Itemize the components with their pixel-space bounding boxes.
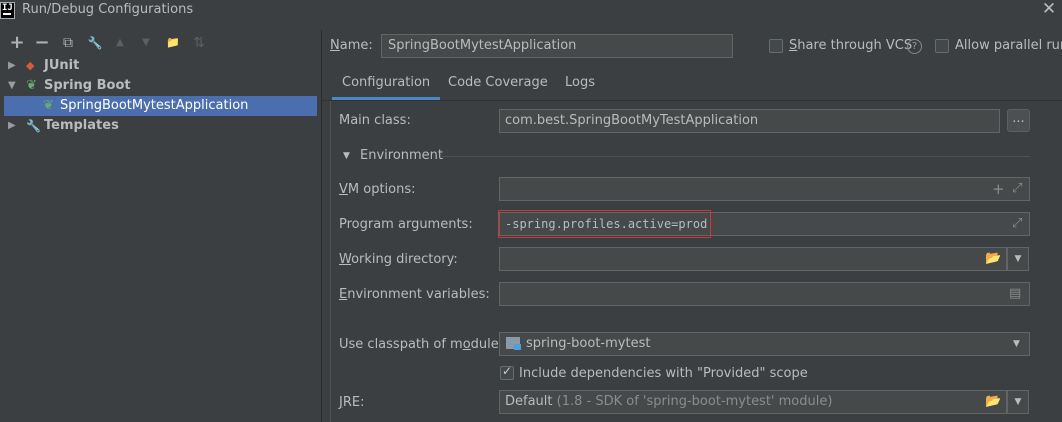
working-directory-label: Working directory:	[339, 252, 458, 267]
environment-variables-field[interactable]	[499, 282, 1030, 306]
wrench-icon[interactable]: 🔧	[84, 32, 106, 54]
share-vcs-checkbox[interactable]	[769, 39, 783, 53]
browse-main-class-button[interactable]: ...	[1007, 109, 1030, 132]
close-button[interactable]: ✕	[1038, 0, 1060, 20]
main-class-label: Main class:	[339, 113, 411, 128]
junit-icon: ◆	[26, 59, 35, 72]
expand-icon[interactable]: ⤢	[1012, 213, 1022, 235]
help-icon[interactable]: ?	[907, 39, 922, 54]
jre-label: JRE:	[339, 395, 365, 410]
jre-field[interactable]: Default (1.8 - SDK of 'spring-boot-mytes…	[499, 390, 1007, 414]
expand-icon[interactable]: ⤢	[1012, 178, 1022, 200]
move-down-icon[interactable]: ▼	[135, 32, 157, 54]
jre-detail: (1.8 - SDK of 'spring-boot-mytest' modul…	[556, 394, 833, 409]
allow-parallel-run-label: Allow parallel run	[955, 38, 1062, 53]
move-up-icon[interactable]: ▲	[109, 32, 131, 54]
copy-icon[interactable]: ⧉	[57, 32, 79, 54]
wrench-icon: 🔧	[26, 119, 41, 133]
tab-logs[interactable]: Logs	[555, 68, 605, 100]
scrollbar[interactable]	[1038, 101, 1062, 422]
allow-parallel-run-checkbox[interactable]	[935, 39, 949, 53]
tree-item-label: JUnit	[44, 58, 80, 73]
environment-label: Environment	[360, 148, 444, 163]
tree-item-label: Spring Boot	[44, 78, 131, 93]
new-folder-icon[interactable]: 📁	[162, 32, 184, 54]
add-icon[interactable]: +	[6, 32, 28, 54]
highlight-box	[498, 210, 711, 238]
classpath-module-label: Use classpath of module:	[339, 337, 504, 352]
vm-options-label: VM options:	[339, 182, 416, 197]
vm-options-field[interactable]	[499, 177, 1030, 201]
jre-value: Default	[505, 394, 553, 409]
tree-item-spring-boot[interactable]: ▼ ❦ Spring Boot	[0, 76, 322, 96]
configurations-panel: + − ⧉ 🔧 ▲ ▼ 📁 ⇅ ▶ ◆ JUnit ▼ ❦ Spring Boo…	[0, 30, 322, 422]
sort-icon[interactable]: ⇅	[188, 32, 210, 54]
folder-icon[interactable]: 📂	[985, 248, 1001, 270]
environment-divider	[440, 156, 1030, 157]
chevron-down-icon[interactable]: ▼	[1007, 247, 1029, 271]
tree-item-springbootmytestapplication[interactable]: ❦ SpringBootMytestApplication	[4, 96, 317, 116]
working-directory-field[interactable]	[499, 247, 1007, 271]
tree-item-templates[interactable]: ▶ 🔧 Templates	[0, 116, 322, 136]
name-field[interactable]: SpringBootMytestApplication	[381, 34, 733, 58]
tree-item-label: Templates	[44, 118, 119, 133]
tab-code-coverage[interactable]: Code Coverage	[438, 68, 558, 100]
folder-icon[interactable]: 📂	[985, 391, 1001, 413]
intellij-icon: IJ	[0, 2, 15, 19]
main-class-field[interactable]: com.best.SpringBootMyTestApplication	[499, 109, 1000, 133]
chevron-down-icon[interactable]: ▼	[1007, 390, 1029, 414]
program-arguments-label: Program arguments:	[339, 217, 473, 232]
tab-configuration[interactable]: Configuration	[332, 68, 441, 100]
environment-collapse-icon[interactable]: ▼	[343, 148, 350, 164]
spring-boot-app-icon: ❦	[43, 98, 54, 113]
name-label: Name:	[330, 38, 373, 53]
panel-divider[interactable]	[321, 30, 322, 422]
include-provided-checkbox[interactable]	[500, 364, 514, 380]
collapsed-arrow-icon[interactable]: ▶	[8, 56, 16, 76]
add-icon[interactable]: +	[992, 178, 1005, 200]
classpath-module-select[interactable]: spring-boot-mytest	[499, 332, 1030, 356]
expanded-arrow-icon[interactable]: ▼	[8, 76, 16, 96]
collapsed-arrow-icon[interactable]: ▶	[8, 116, 16, 136]
classpath-module-value: spring-boot-mytest	[526, 336, 651, 351]
chevron-down-icon[interactable]: ▼	[1013, 333, 1020, 355]
environment-variables-label: Environment variables:	[339, 287, 490, 302]
share-vcs-label: Share through VCS	[789, 38, 913, 53]
tree-item-label: SpringBootMytestApplication	[60, 98, 249, 113]
remove-icon[interactable]: −	[31, 32, 53, 54]
module-icon	[506, 337, 521, 350]
include-provided-label: Include dependencies with "Provided" sco…	[519, 366, 808, 381]
spring-boot-icon: ❦	[26, 78, 37, 93]
tree-item-junit[interactable]: ▶ ◆ JUnit	[0, 56, 322, 76]
title-bar: IJ Run/Debug Configurations ✕	[0, 0, 1062, 22]
window-title: Run/Debug Configurations	[22, 2, 194, 17]
configurations-toolbar: + − ⧉ 🔧 ▲ ▼ 📁 ⇅	[0, 32, 322, 56]
document-icon[interactable]: ▤	[1009, 283, 1021, 305]
